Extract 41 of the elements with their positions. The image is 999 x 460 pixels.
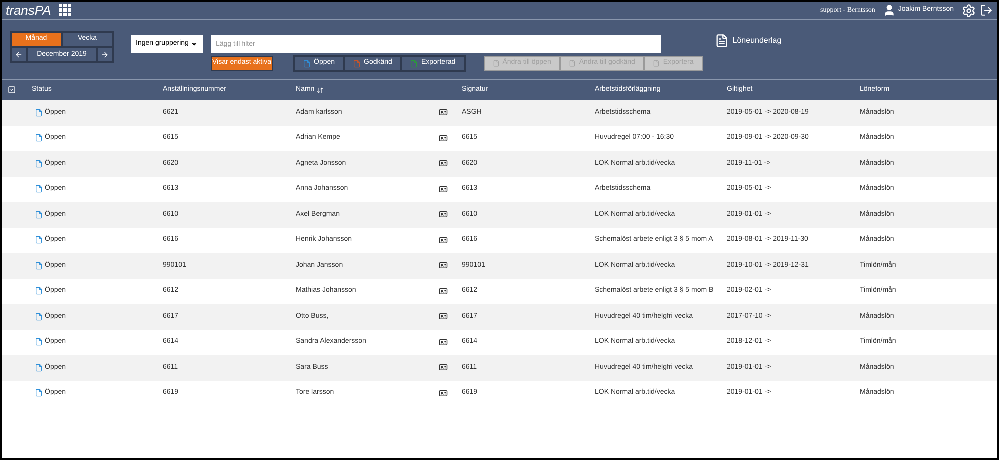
document-icon <box>35 338 43 346</box>
sort-icon[interactable] <box>316 86 324 94</box>
id-card-icon[interactable] <box>439 363 448 372</box>
document-icon <box>714 34 729 48</box>
payroll-link[interactable]: Löneunderlag <box>714 34 782 48</box>
document-icon <box>569 60 576 67</box>
document-icon <box>35 262 43 270</box>
id-card-icon[interactable] <box>439 210 448 220</box>
next-button[interactable] <box>97 47 113 62</box>
document-icon <box>35 287 43 296</box>
document-icon <box>35 185 43 194</box>
id-card-icon[interactable] <box>439 286 448 296</box>
document-icon <box>35 134 43 142</box>
document-icon <box>35 210 43 219</box>
select-all-checkbox[interactable] <box>8 86 16 94</box>
document-icon <box>35 312 43 321</box>
id-card-icon[interactable] <box>439 134 448 143</box>
logout-icon[interactable] <box>980 4 993 17</box>
document-icon <box>35 160 43 168</box>
logo: transPA <box>6 4 52 17</box>
document-icon <box>35 236 43 244</box>
id-card-icon[interactable] <box>439 261 448 270</box>
id-card-icon[interactable] <box>439 388 448 398</box>
id-card-icon[interactable] <box>439 159 448 168</box>
document-icon <box>492 60 500 67</box>
right-arrow-icon <box>101 50 109 58</box>
left-arrow-icon <box>15 50 23 58</box>
settings-icon[interactable] <box>962 4 976 18</box>
id-card-icon[interactable] <box>439 184 448 194</box>
document-icon <box>35 389 43 398</box>
id-card-icon[interactable] <box>439 108 448 118</box>
document-icon <box>653 60 660 67</box>
id-card-icon[interactable] <box>439 236 448 245</box>
apps-grid-icon[interactable] <box>59 4 72 17</box>
document-icon <box>35 364 43 372</box>
id-card-icon[interactable] <box>439 338 448 347</box>
document-icon <box>35 108 43 117</box>
user-icon[interactable] <box>883 4 896 17</box>
previous-button[interactable] <box>11 47 27 62</box>
id-card-icon[interactable] <box>439 312 448 322</box>
caret-icon <box>191 40 198 48</box>
